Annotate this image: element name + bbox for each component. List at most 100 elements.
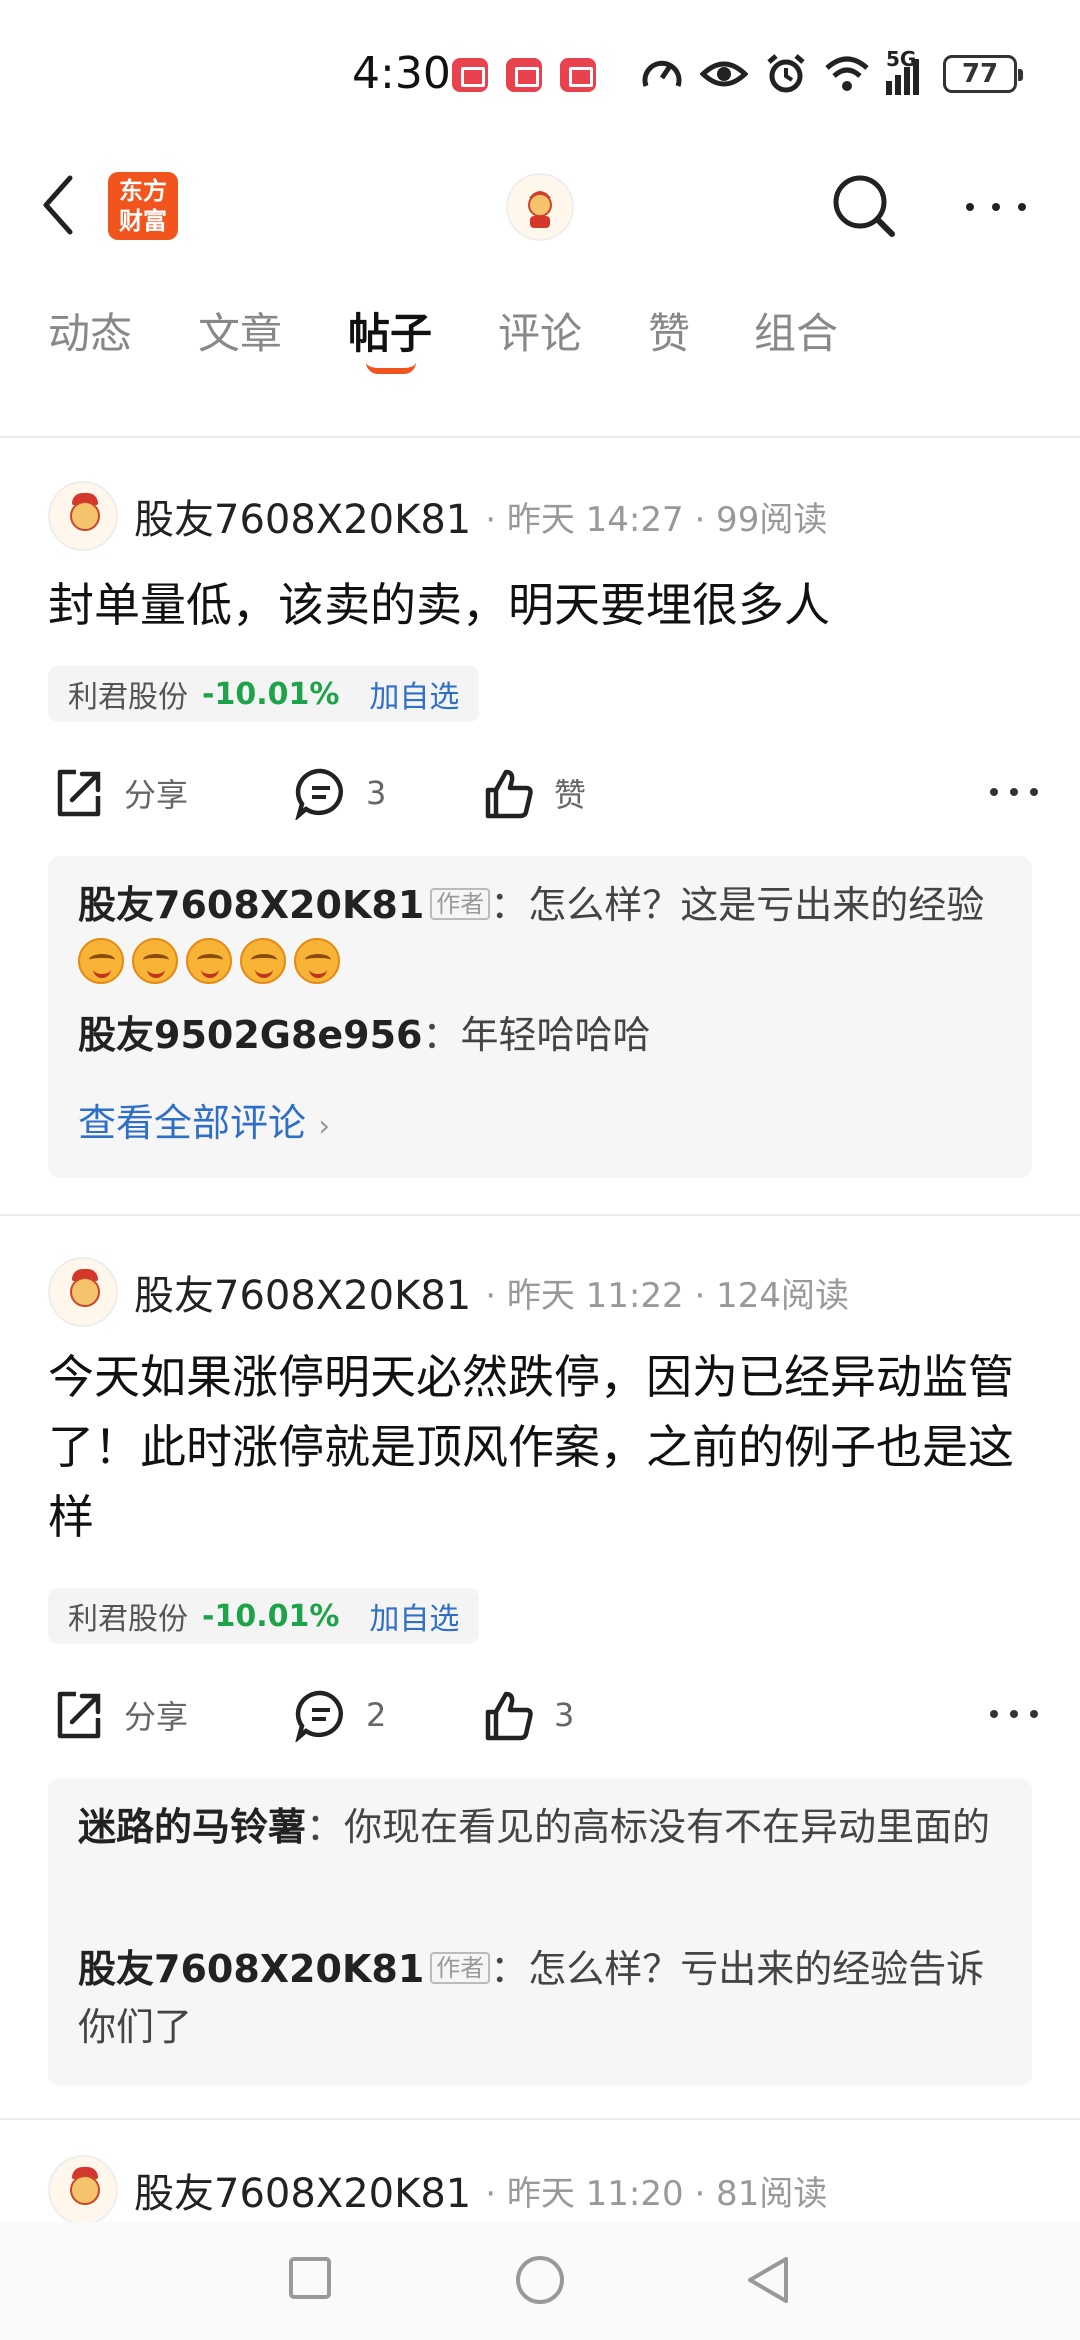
comments-preview[interactable]: 股友7608X20K81 作者 ：怎么样？这是亏出来的经验 股友9502G8e956… bbox=[48, 856, 1032, 1178]
share-button[interactable]: 分享 bbox=[52, 758, 188, 828]
triangle-back-icon bbox=[748, 2257, 788, 2303]
speed-icon bbox=[642, 60, 682, 87]
stock-chip[interactable]: 利君股份 -10.01% 加自选 bbox=[48, 666, 480, 722]
like-button[interactable]: 赞 bbox=[482, 758, 586, 828]
comment-button[interactable]: 3 bbox=[294, 758, 386, 828]
comment-item[interactable]: 股友9502G8e956：年轻哈哈哈 bbox=[78, 1006, 1008, 1064]
grin-emoji-icon bbox=[186, 938, 232, 984]
book-app-icon bbox=[506, 58, 542, 92]
wifi-icon bbox=[825, 56, 869, 91]
comment-text: ：年轻哈哈哈 bbox=[422, 1013, 651, 1057]
search-button[interactable] bbox=[828, 170, 900, 242]
post-actions: 分享 3 赞 bbox=[48, 758, 1038, 828]
status-time: 4:30 bbox=[352, 48, 451, 99]
grin-emoji-icon bbox=[240, 938, 286, 984]
like-button[interactable]: 3 bbox=[482, 1680, 574, 1750]
comment-item[interactable]: 股友7608X20K81 作者 ：怎么样？这是亏出来的经验 bbox=[78, 876, 1008, 992]
search-icon bbox=[833, 175, 895, 237]
stock-change: -10.01% bbox=[202, 1598, 340, 1634]
stock-name[interactable]: 利君股份 bbox=[68, 672, 188, 716]
divider bbox=[0, 436, 1080, 438]
author-tag: 作者 bbox=[430, 1952, 491, 1984]
share-icon bbox=[57, 769, 101, 817]
tab-portfolio[interactable]: 组合 bbox=[754, 300, 838, 361]
author-name[interactable]: 股友7608X20K81 bbox=[134, 487, 471, 545]
grin-emoji-icon bbox=[132, 938, 178, 984]
post-meta: · 昨天 14:27 · 99阅读 bbox=[485, 499, 828, 540]
back-nav-button[interactable] bbox=[744, 2254, 792, 2310]
add-watchlist-button[interactable]: 加自选 bbox=[369, 672, 459, 716]
tab-activity[interactable]: 动态 bbox=[48, 300, 132, 361]
more-options-button[interactable] bbox=[966, 192, 1026, 222]
grin-emoji-icon bbox=[78, 938, 124, 984]
tab-likes[interactable]: 赞 bbox=[648, 300, 690, 361]
add-watchlist-button[interactable]: 加自选 bbox=[369, 1594, 459, 1638]
active-tab-indicator bbox=[366, 362, 416, 374]
tab-comments[interactable]: 评论 bbox=[498, 300, 582, 361]
comment-item[interactable]: 股友7608X20K81 作者 ：怎么样？亏出来的经验告诉你们了 bbox=[78, 1940, 1008, 2056]
post-meta: · 昨天 11:22 · 124阅读 bbox=[485, 1275, 849, 1316]
home-button[interactable] bbox=[514, 2254, 566, 2310]
stock-name[interactable]: 利君股份 bbox=[68, 1594, 188, 1638]
post-title[interactable]: 封单量低，该卖的卖，明天要埋很多人 bbox=[48, 570, 1038, 640]
avatar[interactable] bbox=[48, 2155, 118, 2225]
post-actions: 分享 2 3 bbox=[48, 1680, 1038, 1750]
comment-author[interactable]: 股友7608X20K81 bbox=[78, 1947, 424, 1991]
post-author-row: 股友7608X20K81 · 昨天 11:20 · 81阅读 bbox=[48, 2154, 827, 2226]
comment-author[interactable]: 迷路的马铃薯 bbox=[78, 1805, 306, 1849]
comment-item[interactable]: 迷路的马铃薯：你现在看见的高标没有不在异动里面的 bbox=[78, 1798, 1008, 1856]
book-app-icon bbox=[560, 58, 596, 92]
thumbs-up-icon bbox=[485, 769, 533, 819]
post-card[interactable]: 股友7608X20K81 · 昨天 11:22 · 124阅读 今天如果涨停明天… bbox=[0, 1246, 1080, 2106]
view-all-comments-link[interactable]: 查看全部评论 › bbox=[78, 1092, 330, 1147]
author-tag: 作者 bbox=[430, 888, 491, 920]
battery-level: 77 bbox=[961, 59, 999, 89]
avatar[interactable] bbox=[48, 481, 118, 551]
alarm-icon bbox=[767, 54, 805, 93]
post-card[interactable]: 股友7608X20K81 · 昨天 14:27 · 99阅读 封单量低，该卖的卖… bbox=[0, 470, 1080, 1210]
comment-author[interactable]: 股友7608X20K81 bbox=[78, 883, 424, 927]
tab-posts[interactable]: 帖子 bbox=[348, 300, 432, 361]
thumbs-up-icon bbox=[485, 1691, 533, 1741]
dot-icon bbox=[966, 203, 974, 211]
back-button[interactable] bbox=[40, 170, 100, 240]
stock-change: -10.01% bbox=[202, 676, 340, 712]
author-name[interactable]: 股友7608X20K81 bbox=[134, 1263, 471, 1321]
square-icon bbox=[289, 2257, 331, 2299]
logo-line-2: 财富 bbox=[119, 207, 167, 235]
comment-text: ：你现在看见的高标没有不在异动里面的 bbox=[306, 1805, 991, 1849]
divider bbox=[0, 2118, 1080, 2120]
share-button[interactable]: 分享 bbox=[52, 1680, 188, 1750]
comment-author[interactable]: 股友9502G8e956 bbox=[78, 1013, 423, 1057]
post-author-row: 股友7608X20K81 · 昨天 11:22 · 124阅读 bbox=[48, 1256, 849, 1328]
dot-icon bbox=[992, 203, 1000, 211]
comment-icon bbox=[295, 768, 343, 820]
recent-apps-button[interactable] bbox=[286, 2254, 334, 2306]
notification-icons bbox=[452, 58, 596, 92]
stock-chip[interactable]: 利君股份 -10.01% 加自选 bbox=[48, 1588, 480, 1644]
post-more-button[interactable] bbox=[990, 788, 1038, 800]
avatar-icon bbox=[506, 173, 574, 241]
share-icon bbox=[57, 1691, 101, 1739]
share-label: 分享 bbox=[124, 1698, 189, 1736]
divider bbox=[0, 1214, 1080, 1216]
author-name[interactable]: 股友7608X20K81 bbox=[134, 2161, 471, 2219]
comments-preview[interactable]: 迷路的马铃薯：你现在看见的高标没有不在异动里面的 股友7608X20K81 作者：… bbox=[48, 1778, 1032, 2086]
avatar[interactable] bbox=[48, 1257, 118, 1327]
like-count: 3 bbox=[554, 1696, 575, 1734]
post-title[interactable]: 今天如果涨停明天必然跌停，因为已经异动监管了！此时涨停就是顶风作案，之前的例子也… bbox=[48, 1342, 1038, 1552]
user-avatar[interactable] bbox=[505, 172, 575, 242]
post-more-button[interactable] bbox=[990, 1710, 1038, 1722]
battery-icon: 77 bbox=[943, 55, 1023, 93]
circle-icon bbox=[516, 2256, 564, 2304]
post-meta: · 昨天 11:20 · 81阅读 bbox=[485, 2173, 828, 2214]
eastmoney-logo[interactable]: 东方 财富 bbox=[108, 172, 178, 240]
status-bar: 4:30 5G 77 bbox=[0, 0, 1080, 150]
comment-text: ：怎么样？这是亏出来的经验 bbox=[490, 883, 985, 927]
tab-articles[interactable]: 文章 bbox=[198, 300, 282, 361]
comment-button[interactable]: 2 bbox=[294, 1680, 386, 1750]
chevron-left-icon bbox=[43, 175, 73, 235]
dot-icon bbox=[1018, 203, 1026, 211]
grin-emoji-icon bbox=[294, 938, 340, 984]
share-label: 分享 bbox=[124, 776, 189, 814]
